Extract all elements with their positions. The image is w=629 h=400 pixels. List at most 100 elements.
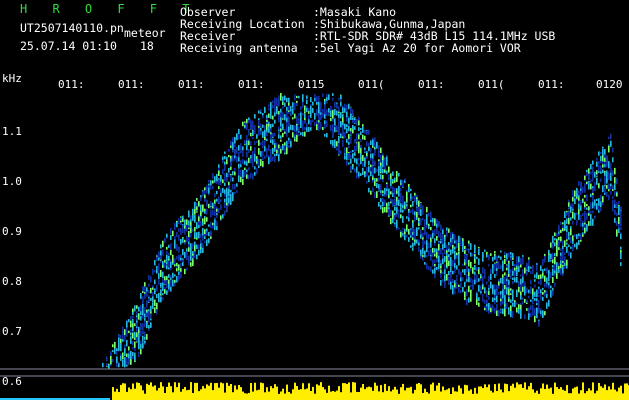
signal-pixel <box>114 347 116 354</box>
signal-pixel <box>164 259 166 263</box>
signal-pixel <box>360 128 362 130</box>
signal-pixel <box>586 171 588 177</box>
signal-pixel <box>144 313 146 318</box>
signal-pixel <box>540 310 542 315</box>
signal-pixel <box>618 210 620 216</box>
signal-pixel <box>508 298 510 302</box>
signal-pixel <box>196 222 198 230</box>
signal-pixel <box>332 140 334 146</box>
signal-pixel <box>428 226 430 230</box>
signal-pixel <box>184 268 186 275</box>
signal-pixel <box>442 279 444 283</box>
signal-pixel <box>548 269 550 273</box>
signal-pixel <box>502 260 504 267</box>
signal-pixel <box>600 207 602 212</box>
signal-pixel <box>454 267 456 271</box>
signal-pixel <box>272 148 274 153</box>
signal-pixel <box>424 229 426 236</box>
signal-pixel <box>190 254 192 261</box>
noise-bar <box>152 386 154 400</box>
signal-pixel <box>402 196 404 199</box>
signal-pixel <box>256 158 258 162</box>
signal-pixel <box>442 244 444 250</box>
signal-pixel <box>286 125 288 129</box>
signal-pixel <box>458 284 460 288</box>
signal-pixel <box>334 101 336 108</box>
filename: UT2507140110.pn <box>20 21 124 35</box>
signal-pixel <box>400 195 402 203</box>
signal-pixel <box>198 231 200 239</box>
signal-pixel <box>178 264 180 271</box>
signal-pixel <box>120 353 122 356</box>
signal-pixel <box>406 216 408 219</box>
signal-pixel <box>446 256 448 262</box>
signal-pixel <box>584 188 586 193</box>
signal-pixel <box>428 250 430 256</box>
signal-pixel <box>466 248 468 251</box>
signal-pixel <box>614 199 616 205</box>
signal-pixel <box>602 202 604 206</box>
signal-pixel <box>304 105 306 111</box>
signal-pixel <box>488 256 490 261</box>
signal-pixel <box>198 246 200 250</box>
noise-bar <box>518 384 520 400</box>
signal-pixel <box>504 310 506 317</box>
signal-pixel <box>304 120 306 124</box>
signal-pixel <box>384 162 386 170</box>
signal-pixel <box>248 119 250 124</box>
signal-pixel <box>566 218 568 224</box>
noise-bar <box>252 391 254 400</box>
signal-pixel <box>146 322 148 325</box>
noise-bar <box>360 387 362 400</box>
signal-pixel <box>230 194 232 201</box>
signal-pixel <box>444 282 446 288</box>
signal-pixel <box>272 139 274 145</box>
signal-pixel <box>570 206 572 213</box>
signal-pixel <box>124 344 126 349</box>
signal-pixel <box>210 224 212 227</box>
signal-pixel <box>500 264 502 270</box>
x-tick-label: 011: <box>178 78 205 91</box>
noise-bar <box>412 393 414 400</box>
signal-pixel <box>246 118 248 123</box>
signal-pixel <box>532 299 534 305</box>
signal-pixel <box>542 292 544 295</box>
signal-pixel <box>296 102 298 107</box>
noise-bar <box>538 393 540 400</box>
signal-pixel <box>446 250 448 253</box>
signal-pixel <box>224 202 226 209</box>
signal-pixel <box>610 175 612 181</box>
spectrogram-window: H R O F F T UT2507140110.pn meteor 25.07… <box>0 0 629 400</box>
noise-bar <box>192 393 194 400</box>
signal-pixel <box>312 119 314 123</box>
signal-pixel <box>204 187 206 191</box>
signal-pixel <box>512 302 514 307</box>
signal-pixel <box>408 213 410 217</box>
signal-pixel <box>180 222 182 226</box>
signal-pixel <box>310 119 312 127</box>
signal-pixel <box>278 154 280 162</box>
signal-pixel <box>220 183 222 186</box>
signal-pixel <box>410 188 412 192</box>
signal-pixel <box>138 338 140 344</box>
signal-pixel <box>178 234 180 239</box>
signal-pixel <box>306 105 308 108</box>
signal-pixel <box>396 214 398 217</box>
signal-pixel <box>142 296 144 304</box>
signal-pixel <box>520 309 522 316</box>
signal-pixel <box>524 281 526 287</box>
signal-pixel <box>180 239 182 245</box>
noise-bar <box>400 387 402 400</box>
noise-bar <box>224 392 226 400</box>
signal-pixel <box>564 266 566 269</box>
signal-pixel <box>390 218 392 225</box>
signal-pixel <box>396 190 398 194</box>
signal-pixel <box>302 131 304 137</box>
signal-pixel <box>390 180 392 186</box>
signal-pixel <box>108 364 110 369</box>
signal-pixel <box>538 320 540 327</box>
signal-pixel <box>522 286 524 292</box>
signal-pixel <box>278 144 280 149</box>
signal-pixel <box>394 215 396 221</box>
signal-pixel <box>542 269 544 273</box>
